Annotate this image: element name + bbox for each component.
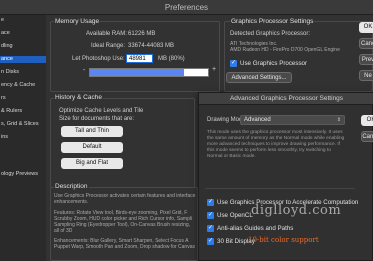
sidebar-item-file-handling[interactable]: dling [0,43,13,50]
drawing-mode-select[interactable]: Advanced ⇕ [240,115,345,125]
history-cache-heading: History & Cache [54,94,103,101]
accelerate-computation-checkbox[interactable]: ✓ [207,199,214,206]
window-title: Preferences [0,0,373,15]
slider-max-label: + [212,66,217,73]
checkmark-icon: ✓ [230,60,237,66]
checkmark-icon: ✓ [207,238,214,244]
annotation-note: 10-bit color support [248,236,319,244]
description-line6: all of 3D [54,228,73,234]
prev-button[interactable]: Prev [359,54,373,65]
sidebar-item-interface[interactable]: ace [0,30,10,37]
memory-percent-label: MB (80%) [158,56,185,62]
dialog-title: Advanced Graphics Processor Settings [199,93,373,105]
divider [205,188,355,189]
sidebar-item-performance[interactable]: ance [0,56,46,63]
checkmark-icon: ✓ [207,212,214,218]
description-heading: Description [54,183,89,190]
ideal-range-label: Ideal Range: [91,43,126,49]
sidebar-item-scratch-disks[interactable]: n Disks [0,69,19,76]
checkmark-icon: ✓ [207,225,214,231]
sidebar-item-units-rulers[interactable]: rs [0,95,6,102]
sidebar-item-guides-grid[interactable]: s, Grid & Slices [0,121,39,128]
watermark-text: diglloyd.com [251,203,342,218]
mode-desc-line5: Normal or Basic mode. [207,154,256,159]
sidebar-item-plugins[interactable]: ins [0,134,8,141]
checkmark-icon: ✓ [207,199,214,205]
description-line8: Puppet Warp, Smooth Pan and Zoom, Drop s… [54,244,195,250]
detected-gpu-label: Detected Graphics Processor: [230,31,311,37]
let-photoshop-use-label: Let Photoshop Use: [72,56,125,62]
dialog-ok-button[interactable]: OK [361,115,373,126]
use-opencl-checkbox[interactable]: ✓ [207,212,214,219]
memory-usage-heading: Memory Usage [54,18,101,25]
description-line5: Sampling Ring (Eyedropper Tool), On-Canv… [54,222,191,228]
dialog-cancel-button[interactable]: Cance [361,131,373,142]
slider-min-label: - [83,67,86,74]
big-and-flat-button[interactable]: Big and Flat [61,158,123,169]
30-bit-display-checkbox[interactable]: ✓ [207,238,214,245]
use-opencl-label: Use OpenCL [217,212,253,219]
memory-slider[interactable] [89,68,209,77]
cache-desc-line1: Optimize Cache Levels and Tile [59,108,144,114]
gpu-model: AMD Radeon HD - FirePro D700 OpenGL Engi… [230,47,340,53]
description-line2: enhancements. [54,199,89,205]
sidebar-item-technology-previews[interactable]: ology Previews [0,171,38,178]
memory-amount-input[interactable]: 48981 [126,54,153,63]
chevron-updown-icon: ⇕ [336,117,341,123]
sidebar-item-transparency[interactable]: ency & Cache [0,82,35,89]
sidebar: e ace dling ance n Disks ency & Cache rs… [0,15,46,261]
advanced-settings-button[interactable]: Advanced Settings... [226,72,292,83]
cache-desc-line2: Size for documents that are: [59,116,135,122]
available-ram-label: Available RAM: [86,31,127,37]
cancel-button[interactable]: Canc [359,38,373,49]
advanced-gpu-dialog: Advanced Graphics Processor Settings Dra… [198,92,373,261]
memory-slider-fill [90,69,185,76]
sidebar-item-units-rulers-2[interactable]: & Rulers [0,108,22,115]
ideal-range-value: 33674-44083 MB [128,43,175,49]
default-button[interactable]: Default [61,142,123,153]
tall-and-thin-button[interactable]: Tall and Thin [61,126,123,137]
available-ram-value: 61226 MB [128,31,156,37]
use-gpu-checkbox[interactable]: ✓ [230,60,237,67]
anti-alias-checkbox[interactable]: ✓ [207,225,214,232]
ok-button[interactable]: OK [359,22,373,33]
use-gpu-label: Use Graphics Processor [240,60,308,67]
anti-alias-label: Anti-alias Guides and Paths [217,225,294,232]
sidebar-item-general[interactable]: e [0,17,4,24]
drawing-mode-value: Advanced [244,117,271,123]
gpu-settings-heading: Graphics Processor Settings [230,18,315,25]
next-button[interactable]: Ne [359,70,373,81]
